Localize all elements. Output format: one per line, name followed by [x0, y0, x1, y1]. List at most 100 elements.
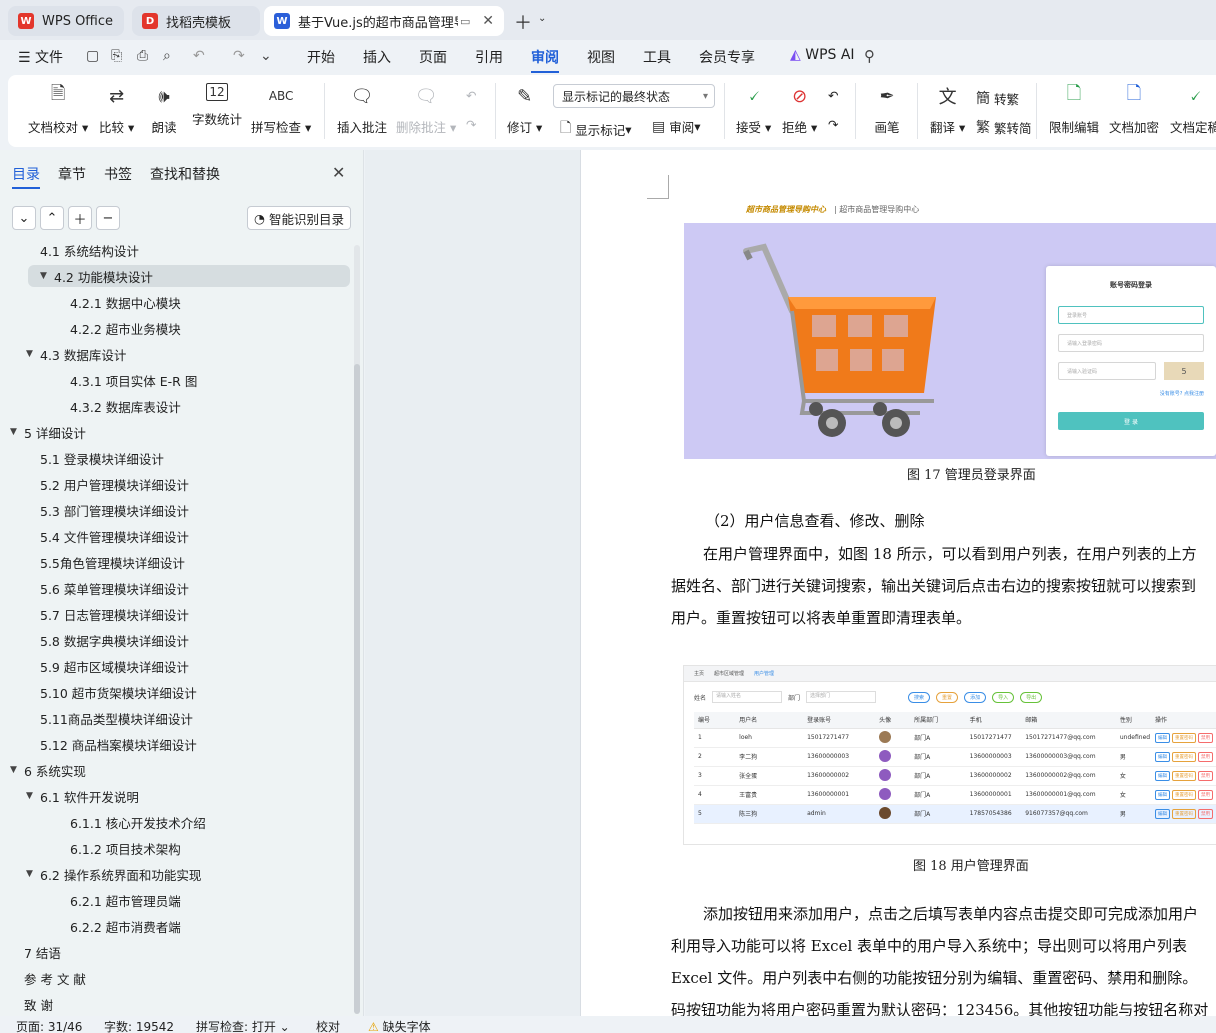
tab-find-replace[interactable]: 查找和替换	[150, 164, 220, 184]
restrict-edit-button[interactable]: 🗋 限制编辑	[1049, 83, 1099, 136]
tab-document[interactable]: W 基于Vue.js的超市商品管理导购 ▭ ✕	[264, 6, 504, 36]
toc-item[interactable]: 5.10 超市货架模块详细设计	[40, 681, 197, 703]
toc-item[interactable]: 6.2.1 超市管理员端	[70, 889, 181, 911]
toc-item[interactable]: ▼ 6.1 软件开发说明	[26, 785, 139, 807]
menu-home[interactable]: 开始	[307, 47, 335, 67]
expand-arrow-icon[interactable]: ▼	[10, 427, 24, 437]
menu-page[interactable]: 页面	[419, 47, 447, 67]
close-tab-icon[interactable]: ✕	[482, 13, 494, 29]
expand-arrow-icon[interactable]: ▼	[26, 791, 40, 801]
review-pane-button[interactable]: ▤ 审阅 ▾	[652, 117, 701, 136]
collapse-up-button[interactable]: ⌃	[40, 206, 64, 230]
expand-arrow-icon[interactable]: ▼	[10, 765, 24, 775]
menu-references[interactable]: 引用	[475, 47, 503, 67]
insert-comment-button[interactable]: 🗨 插入批注	[337, 83, 387, 136]
markup-state-select[interactable]: 显示标记的最终状态 ▾	[553, 84, 715, 108]
toc-item[interactable]: 5.9 超市区域模块详细设计	[40, 655, 189, 677]
toc-item[interactable]: 5.12 商品档案模块详细设计	[40, 733, 197, 755]
remove-heading-button[interactable]: −	[96, 206, 120, 230]
toc-item[interactable]: 4.1 系统结构设计	[40, 245, 139, 261]
toc-item[interactable]: ▼ 6 系统实现	[10, 759, 86, 781]
toc-item[interactable]: 5.7 日志管理模块详细设计	[40, 603, 189, 625]
word-count-button[interactable]: 12 字数统计	[192, 83, 242, 128]
menu-member[interactable]: 会员专享	[699, 47, 755, 67]
toc-item[interactable]: 参 考 文 献	[24, 967, 86, 989]
toc-item[interactable]: 5.4 文件管理模块详细设计	[40, 525, 189, 547]
toc-item[interactable]: 6.1.1 核心开发技术介绍	[70, 811, 206, 833]
toc-item[interactable]: 5.3 部门管理模块详细设计	[40, 499, 189, 521]
save-icon[interactable]: ▢	[86, 48, 99, 64]
toc-item[interactable]: 6.2.2 超市消费者端	[70, 915, 181, 937]
smart-toc-button[interactable]: ◔ 智能识别目录	[247, 206, 351, 230]
tab-wps-office[interactable]: W WPS Office	[8, 6, 124, 36]
tab-bookmarks[interactable]: 书签	[104, 164, 132, 184]
more-chevron-icon[interactable]: ⌄	[260, 48, 272, 64]
toc-item[interactable]: ▼ 5 详细设计	[10, 421, 86, 443]
to-simplified-button[interactable]: 繁繁转简	[976, 117, 1032, 137]
menu-insert[interactable]: 插入	[363, 47, 391, 67]
toc-item[interactable]: 5.6 菜单管理模块详细设计	[40, 577, 189, 599]
compare-button[interactable]: ⇄ 比较 ▾	[99, 83, 134, 136]
page-indicator[interactable]: 页面: 31/46	[16, 1018, 82, 1033]
print-icon[interactable]: ⎙	[137, 48, 148, 64]
toc-item[interactable]: 4.3.1 项目实体 E-R 图	[70, 369, 197, 391]
to-traditional-button[interactable]: 簡转繁	[976, 88, 1019, 108]
missing-font-indicator[interactable]: ⚠ 缺失字体	[368, 1018, 431, 1033]
toc-item[interactable]: 5.2 用户管理模块详细设计	[40, 473, 189, 495]
expand-down-button[interactable]: ⌄	[12, 206, 36, 230]
tab-template[interactable]: D 找稻壳模板	[132, 6, 260, 36]
reject-button[interactable]: ⊘ 拒绝 ▾	[782, 83, 817, 136]
toc-item[interactable]: 4.2.1 数据中心模块	[70, 291, 181, 313]
close-panel-icon[interactable]: ✕	[332, 163, 345, 182]
track-changes-button[interactable]: ✎ 修订 ▾	[507, 83, 542, 136]
tab-toc[interactable]: 目录	[12, 164, 40, 189]
toc-item[interactable]: 5.1 登录模块详细设计	[40, 447, 164, 469]
menu-review[interactable]: 审阅	[531, 47, 559, 73]
spell-check-indicator[interactable]: 拼写检查: 打开 ⌄	[196, 1018, 290, 1033]
redo-icon[interactable]: ↷	[233, 48, 245, 64]
toc-item[interactable]: ▼ 4.2 功能模块设计	[28, 265, 350, 287]
search-icon[interactable]: ⚲	[864, 47, 875, 65]
print-preview-icon[interactable]: ⌕	[163, 48, 171, 64]
pen-button[interactable]: ✒ 画笔	[874, 83, 900, 136]
toc-item[interactable]: 6.1.2 项目技术架构	[70, 837, 181, 859]
document-page[interactable]: 超市商品管理导购中心 | 超市商品管理导购中心 账号密码登录 登录账号 请输入登…	[580, 150, 1216, 1016]
toc-item[interactable]: 4.3.2 数据库表设计	[70, 395, 181, 417]
delete-comment-button[interactable]: 🗨 删除批注 ▾	[396, 83, 456, 136]
encrypt-button[interactable]: 🗋 文档加密	[1109, 83, 1159, 136]
toc-item[interactable]: 7 结语	[24, 941, 61, 963]
export-icon[interactable]: ⎘	[111, 48, 122, 64]
read-aloud-button[interactable]: 🕪 朗读	[151, 83, 177, 136]
prev-change-icon[interactable]: ↶	[828, 88, 838, 103]
expand-arrow-icon[interactable]: ▼	[40, 271, 54, 281]
toc-item[interactable]: ▼ 6.2 操作系统界面和功能实现	[26, 863, 201, 885]
new-tab-icon[interactable]: ＋	[514, 9, 532, 35]
doc-check-button[interactable]: 🗎 文档校对 ▾	[28, 83, 88, 136]
next-change-icon[interactable]: ↷	[828, 117, 838, 132]
toc-item[interactable]: 5.11商品类型模块详细设计	[40, 707, 193, 729]
next-comment-icon[interactable]: ↷	[466, 117, 476, 132]
tab-sections[interactable]: 章节	[58, 164, 86, 184]
toc-item[interactable]: 5.8 数据字典模块详细设计	[40, 629, 189, 651]
word-count-indicator[interactable]: 字数: 19542	[104, 1018, 174, 1033]
chevron-down-icon[interactable]: ⌄	[538, 13, 546, 24]
display-markup-button[interactable]: 🗋 显示标记 ▾	[560, 117, 632, 141]
add-heading-button[interactable]: ＋	[68, 206, 92, 230]
menu-view[interactable]: 视图	[587, 47, 615, 67]
spell-check-button[interactable]: ABC 拼写检查 ▾	[251, 83, 311, 136]
menu-wps-ai[interactable]: ◭ WPS AI	[790, 47, 855, 63]
accept-button[interactable]: 🗸 接受 ▾	[736, 83, 771, 136]
menu-tools[interactable]: 工具	[643, 47, 671, 67]
menu-file[interactable]: ☰ 文件	[18, 47, 63, 67]
toc-scrollbar-thumb[interactable]	[354, 364, 360, 1014]
translate-button[interactable]: 文 翻译 ▾	[930, 83, 965, 136]
proofread-indicator[interactable]: 校对	[316, 1018, 340, 1033]
finalize-button[interactable]: 🗸 文档定稿	[1170, 83, 1216, 136]
toc-item[interactable]: ▼ 4.3 数据库设计	[26, 343, 126, 365]
expand-arrow-icon[interactable]: ▼	[26, 349, 40, 359]
prev-comment-icon[interactable]: ↶	[466, 88, 476, 103]
toc-item[interactable]: 4.2.2 超市业务模块	[70, 317, 181, 339]
expand-arrow-icon[interactable]: ▼	[26, 869, 40, 879]
toc-item[interactable]: 5.5角色管理模块详细设计	[40, 551, 185, 573]
toc-item[interactable]: 致 谢	[24, 993, 53, 1015]
